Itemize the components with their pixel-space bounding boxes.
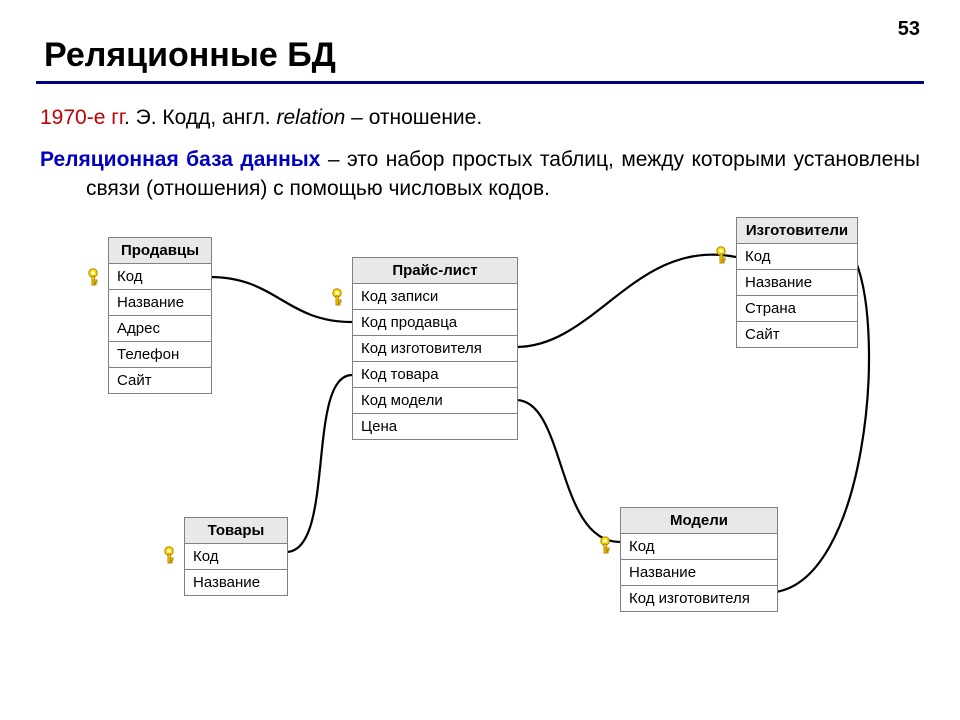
intro-tail: – отношение.	[345, 106, 482, 129]
table-makers-title: Изготовители	[737, 218, 857, 244]
key-icon	[86, 267, 106, 287]
table-row: Адрес	[109, 316, 211, 342]
table-row: Код	[109, 264, 211, 290]
table-row: Код продавца	[353, 310, 517, 336]
table-row: Код модели	[353, 388, 517, 414]
definition-term: Реляционная база данных	[40, 148, 320, 171]
table-sellers-title: Продавцы	[109, 238, 211, 264]
page-number: 53	[898, 18, 920, 41]
definition-line: Реляционная база данных – это набор прос…	[40, 146, 920, 203]
table-row: Цена	[353, 414, 517, 439]
table-models-title: Модели	[621, 508, 777, 534]
table-row: Название	[185, 570, 287, 595]
slide-title: Реляционные БД	[44, 36, 924, 75]
table-row: Код товара	[353, 362, 517, 388]
table-row: Страна	[737, 296, 857, 322]
table-row: Код изготовителя	[621, 586, 777, 611]
slide: 53 Реляционные БД 1970-е гг. Э. Кодд, ан…	[0, 0, 960, 720]
key-icon	[330, 287, 350, 307]
table-models: Модели Код Название Код изготовителя	[620, 507, 778, 612]
table-goods-title: Товары	[185, 518, 287, 544]
table-pricelist-title: Прайс-лист	[353, 258, 517, 284]
table-row: Название	[737, 270, 857, 296]
table-row: Код записи	[353, 284, 517, 310]
table-goods: Товары Код Название	[184, 517, 288, 596]
table-row: Сайт	[737, 322, 857, 347]
table-row: Код	[185, 544, 287, 570]
table-row: Телефон	[109, 342, 211, 368]
intro-relation: relation	[276, 106, 345, 129]
table-pricelist: Прайс-лист Код записи Код продавца Код и…	[352, 257, 518, 440]
table-row: Сайт	[109, 368, 211, 393]
table-row: Название	[109, 290, 211, 316]
key-icon	[162, 545, 182, 565]
table-row: Код	[621, 534, 777, 560]
table-row: Название	[621, 560, 777, 586]
table-sellers: Продавцы Код Название Адрес Телефон Сайт	[108, 237, 212, 394]
intro-line: 1970-е гг. Э. Кодд, англ. relation – отн…	[40, 104, 920, 132]
diagram-canvas: Продавцы Код Название Адрес Телефон Сайт…	[36, 217, 924, 677]
table-row: Код изготовителя	[353, 336, 517, 362]
intro-years: 1970-е гг	[40, 106, 124, 129]
table-makers: Изготовители Код Название Страна Сайт	[736, 217, 858, 348]
intro-rest1: . Э. Кодд, англ.	[124, 106, 276, 129]
title-rule	[36, 81, 924, 84]
table-row: Код	[737, 244, 857, 270]
key-icon	[598, 535, 618, 555]
key-icon	[714, 245, 734, 265]
